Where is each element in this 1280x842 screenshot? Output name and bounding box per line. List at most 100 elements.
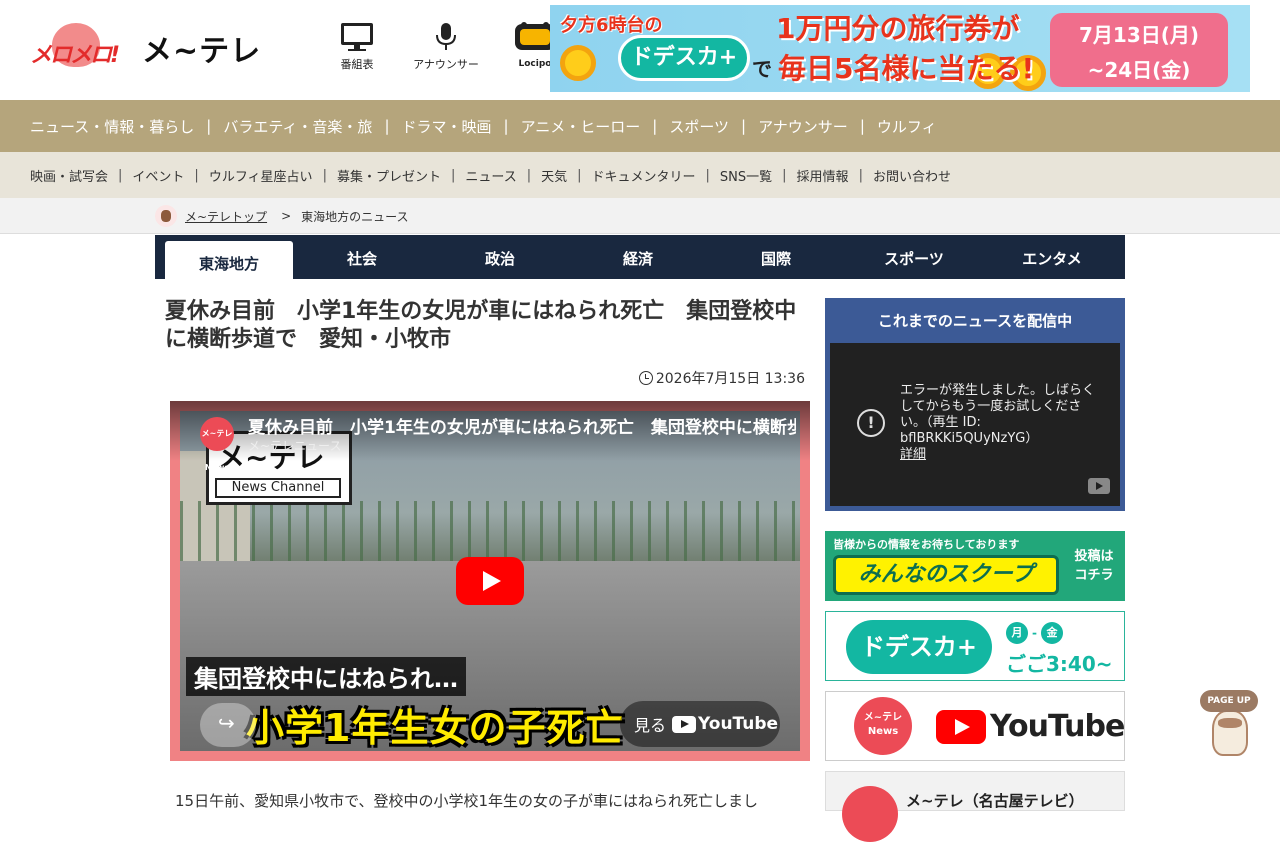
- scoop-submission-banner[interactable]: 皆様からの情報をお待ちしております みんなのスクープ 投稿は コチラ: [825, 531, 1125, 601]
- subnav-documentary[interactable]: ドキュメンタリー: [592, 166, 696, 185]
- article-body: 15日午前、愛知県小牧市で、登校中の小学校1年生の女の子が車にはねられ死亡しまし: [175, 792, 759, 810]
- tab-international[interactable]: 国際: [707, 235, 845, 279]
- breadcrumb: メ~テレトップ > 東海地方のニュース: [155, 205, 409, 227]
- mascot-face: [1218, 718, 1242, 728]
- youtube-logo-text: YouTube: [990, 709, 1125, 744]
- tab-tokai[interactable]: 東海地方: [165, 241, 293, 279]
- youtube-icon[interactable]: [1088, 478, 1110, 494]
- banner-dodesuka-pill: ドデスカ+: [618, 35, 750, 81]
- video-title[interactable]: 夏休み目前 小学1年生の女児が車にはねられ死亡 集団登校中に横断歩道で: [248, 413, 796, 438]
- announcer-link[interactable]: アナウンサー: [400, 22, 492, 72]
- nav-divider: |: [741, 117, 747, 135]
- subnav-recruit[interactable]: 採用情報: [797, 166, 849, 185]
- day-monday: 月: [1006, 622, 1028, 644]
- travel-ticket-campaign-banner[interactable]: 夕方6時台の ドデスカ+ で 1万円分の旅行券が 毎日5名様に当たる! 7月13…: [550, 5, 1250, 92]
- news-channel-logo-sub: News Channel: [215, 478, 341, 498]
- page-up-label: PAGE UP: [1200, 690, 1258, 712]
- nav-wolfy[interactable]: ウルフィ: [877, 116, 937, 137]
- news-avatar-icon: メ~テレ News: [854, 697, 912, 755]
- error-icon: !: [857, 409, 885, 437]
- nav-divider: |: [859, 117, 865, 135]
- breadcrumb-separator: >: [281, 209, 292, 223]
- locipo-icon: [515, 22, 555, 50]
- error-details-link[interactable]: 詳細: [900, 447, 1106, 463]
- site-header: メロメロ! メ~テレ 番組表 アナウンサー Locipo 夕方6時台の ドデスカ…: [0, 0, 1280, 100]
- site-logo[interactable]: メロメロ! メ~テレ: [30, 22, 292, 74]
- tab-politics[interactable]: 政治: [431, 235, 569, 279]
- subnav-event[interactable]: イベント: [132, 166, 184, 185]
- banner-text-line2: 毎日5名様に当たる!: [778, 52, 1035, 85]
- banner-date-badge: 7月13日(月) ~24日(金): [1050, 13, 1228, 87]
- clock-icon: [638, 371, 653, 385]
- announcer-label: アナウンサー: [413, 58, 479, 71]
- program-guide-label: 番組表: [340, 58, 374, 71]
- subnav-sns[interactable]: SNS一覧: [720, 166, 772, 185]
- nav-sports[interactable]: スポーツ: [669, 116, 729, 137]
- subnav-news[interactable]: ニュース: [465, 166, 516, 185]
- nav-divider: |: [652, 117, 658, 135]
- tab-economy[interactable]: 経済: [569, 235, 707, 279]
- microphone-icon: [436, 23, 456, 50]
- header-shortcuts: 番組表 アナウンサー Locipo: [318, 22, 574, 72]
- channel-card[interactable]: メ~テレ（名古屋テレビ）: [825, 771, 1125, 842]
- youtube-logo: YouTube: [936, 709, 1125, 744]
- video-caption-2: 小学1年生女の子死亡: [246, 706, 625, 750]
- breadcrumb-bar: メ~テレトップ > 東海地方のニュース: [0, 198, 1280, 234]
- nav-anime-hero[interactable]: アニメ・ヒーロー: [521, 116, 641, 137]
- meromero-logo[interactable]: メロメロ!: [30, 23, 134, 73]
- channel-avatar[interactable]: メ~テレ News: [200, 417, 234, 472]
- subnav-present[interactable]: 募集・プレゼント: [337, 166, 441, 185]
- nav-divider: |: [118, 167, 123, 183]
- program-guide-link[interactable]: 番組表: [318, 22, 396, 72]
- nav-divider: |: [503, 117, 509, 135]
- video-channel-name[interactable]: メ~テレニュース: [248, 437, 341, 454]
- tab-society[interactable]: 社会: [293, 235, 431, 279]
- meromero-logo-text: メロメロ!: [30, 43, 120, 68]
- article-title: 夏休み目前 小学1年生の女児が車にはねられ死亡 集団登校中に横断歩道で 愛知・小…: [165, 299, 797, 352]
- tab-entertainment[interactable]: エンタメ: [983, 235, 1121, 279]
- banner-text-evening: 夕方6時台の: [560, 15, 663, 36]
- tab-sports[interactable]: スポーツ: [845, 235, 983, 279]
- nav-divider: |: [322, 167, 327, 183]
- subnav-horoscope[interactable]: ウルフィ星座占い: [209, 166, 313, 185]
- nav-news-info[interactable]: ニュース・情報・暮らし: [30, 116, 194, 137]
- youtube-logo-text: YouTube: [698, 714, 779, 734]
- nav-divider: |: [526, 167, 532, 183]
- article-date-text: 2026年7月15日 13:36: [655, 371, 805, 387]
- page-up-button[interactable]: PAGE UP: [1196, 688, 1262, 762]
- nav-announcer[interactable]: アナウンサー: [758, 116, 848, 137]
- subnav-contact[interactable]: お問い合わせ: [873, 166, 951, 185]
- live-stream-player[interactable]: ! エラーが発生しました。しばらくしてからもう一度お試しください。（再生 ID:…: [830, 343, 1120, 506]
- nagoya-tv-logo-text[interactable]: メ~テレ: [142, 26, 261, 70]
- subnav-weather[interactable]: 天気: [541, 166, 567, 185]
- scoop-banner-caption: 皆様からの情報をお待ちしております: [833, 538, 1020, 551]
- scoop-banner-title: みんなのスクープ: [833, 555, 1059, 595]
- channel-card-name: メ~テレ（名古屋テレビ）: [906, 792, 1084, 810]
- breadcrumb-home-link[interactable]: メ~テレトップ: [185, 208, 267, 225]
- day-range-dash: -: [1032, 626, 1037, 640]
- news-category-tabs: 東海地方 社会 政治 経済 国際 スポーツ エンタメ: [155, 235, 1125, 279]
- banner-date-start: 7月13日(月): [1078, 23, 1200, 47]
- nav-divider: |: [577, 167, 582, 183]
- watch-on-youtube-button[interactable]: 見る YouTube: [620, 701, 780, 747]
- nav-drama-movie[interactable]: ドラマ・映画: [402, 116, 492, 137]
- watch-label: 見る: [634, 716, 667, 735]
- banner-date-end: ~24日(金): [1087, 58, 1191, 82]
- live-stream-box: これまでのニュースを配信中 ! エラーが発生しました。しばらくしてからもう一度お…: [825, 298, 1125, 511]
- scoop-banner-cta: 投稿は コチラ: [1074, 549, 1114, 583]
- share-button[interactable]: [200, 703, 256, 747]
- player-error-text: エラーが発生しました。しばらくしてからもう一度お試しください。（再生 ID: b…: [900, 383, 1096, 446]
- nav-variety-music[interactable]: バラエティ・音楽・旅: [223, 116, 372, 137]
- nav-divider: |: [450, 167, 456, 183]
- youtube-icon: [936, 709, 986, 744]
- youtube-channel-banner[interactable]: メ~テレ News YouTube: [825, 691, 1125, 761]
- youtube-video-player[interactable]: メ~テレ News Channel メ~テレ News 夏休み目前 小学1年生の…: [170, 401, 810, 761]
- mascot-icon: [1212, 710, 1248, 756]
- youtube-logo: YouTube: [672, 714, 778, 734]
- play-button[interactable]: [456, 557, 524, 605]
- locipo-label: Locipo: [518, 59, 552, 69]
- subnav-movie-preview[interactable]: 映画・試写会: [30, 166, 108, 185]
- dodesuka-banner[interactable]: ドデスカ+ 月 - 金 ごご3:40~: [825, 611, 1125, 681]
- dodesuka-days: 月 - 金: [1006, 622, 1063, 644]
- article-date: 2026年7月15日 13:36: [633, 368, 805, 388]
